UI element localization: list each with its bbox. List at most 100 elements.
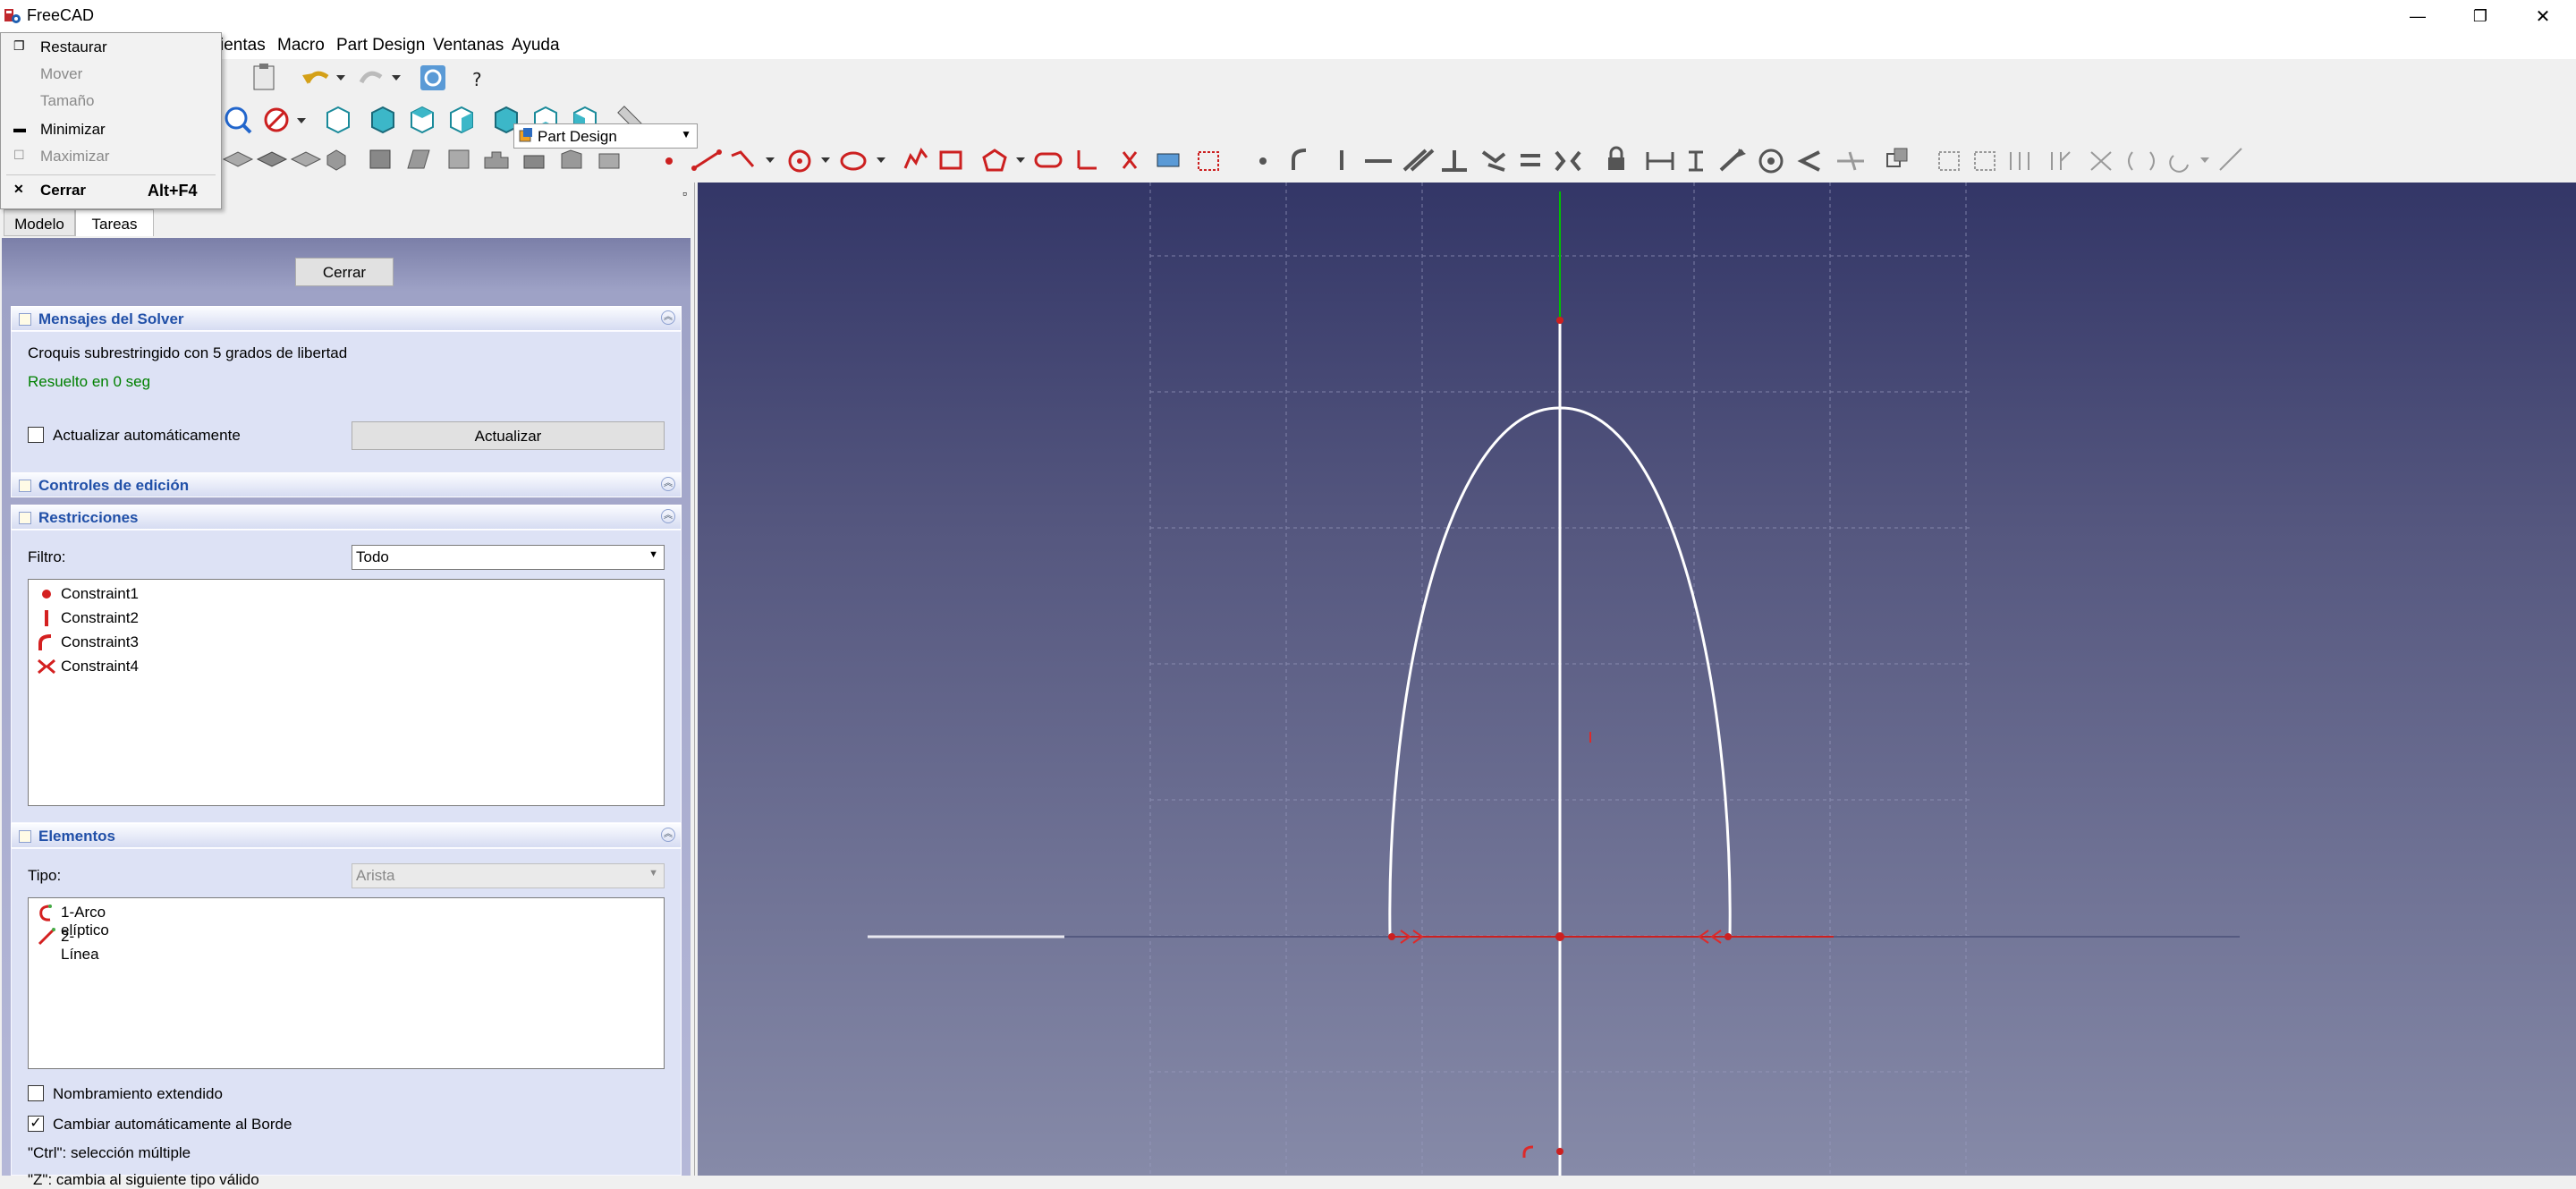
menu-windows[interactable]: Ventanas <box>433 36 504 55</box>
line-icon <box>38 928 55 946</box>
menu-separator <box>6 174 216 175</box>
sketcher-geometry-icons <box>665 148 1219 173</box>
elliptical-arc-icon <box>39 904 52 921</box>
panel-section-icon <box>19 830 31 843</box>
tangent-constraint-icon[interactable] <box>1522 1145 1534 1158</box>
draw-style-icon[interactable] <box>264 107 289 132</box>
solver-status: Resuelto en 0 seg <box>28 373 151 390</box>
redo-icon[interactable] <box>359 71 383 84</box>
constraints-header[interactable]: Restricciones ︽ <box>11 505 682 530</box>
draw-style-dropdown-icon[interactable] <box>297 118 306 123</box>
sketch-point[interactable] <box>1556 317 1563 324</box>
minimize-icon: ▬ <box>13 121 26 135</box>
menu-help[interactable]: Ayuda <box>512 36 560 55</box>
view-right-icon[interactable] <box>450 106 473 134</box>
task-view: Cerrar Mensajes del Solver ︽ Croquis sub… <box>2 238 691 1188</box>
view-isometric-icon[interactable] <box>326 106 350 134</box>
window-title: FreeCAD <box>27 6 95 24</box>
float-panel-icon[interactable]: ▫ <box>682 186 687 200</box>
undo-dropdown-icon[interactable] <box>336 75 345 81</box>
sketch-point[interactable] <box>1555 932 1564 941</box>
restore-button[interactable]: ❐ <box>2449 0 2512 32</box>
collapse-icon[interactable]: ︽ <box>661 310 675 325</box>
type-label: Tipo: <box>28 867 62 884</box>
extended-naming-checkbox[interactable] <box>28 1085 44 1101</box>
constraints-title: Restricciones <box>38 509 139 526</box>
menu-item-move[interactable]: Mover <box>1 62 221 87</box>
restore-icon: ❐ <box>13 38 25 53</box>
type-select[interactable]: Arista ▼ <box>352 863 665 888</box>
menu-tools[interactable]: ientas <box>220 36 266 55</box>
view-top-icon[interactable] <box>411 106 434 134</box>
collapse-icon[interactable]: ︽ <box>661 477 675 491</box>
system-menu: ❐ Restaurar Mover Tamaño ▬ Minimizar ☐ M… <box>0 32 222 209</box>
sketch-point[interactable] <box>1556 1148 1563 1155</box>
extended-naming-label: Nombramiento extendido <box>53 1085 223 1102</box>
menu-item-size[interactable]: Tamaño <box>1 89 221 114</box>
close-task-button[interactable]: Cerrar <box>295 258 394 286</box>
chevron-down-icon: ▼ <box>648 868 658 879</box>
paste-icon[interactable] <box>253 64 275 90</box>
menu-bar: ientas Macro Part Design Ventanas Ayuda <box>0 32 2576 59</box>
auto-switch-checkbox[interactable]: ✓ <box>28 1116 44 1132</box>
filter-label: Filtro: <box>28 548 66 565</box>
menu-item-minimize[interactable]: ▬ Minimizar <box>1 117 221 142</box>
maximize-icon: ☐ <box>13 148 25 162</box>
edit-controls-title: Controles de edición <box>38 477 190 494</box>
undo-icon[interactable] <box>302 71 329 84</box>
freecad-logo-icon <box>4 9 21 23</box>
restore-icon: ❐ <box>2472 6 2488 25</box>
filter-select[interactable]: Todo ▼ <box>352 545 665 570</box>
whats-this-icon[interactable]: ? <box>472 69 482 90</box>
minimize-button[interactable]: — <box>2386 0 2449 32</box>
close-icon: ✕ <box>2535 6 2551 27</box>
menu-macro[interactable]: Macro <box>277 36 325 55</box>
constraints-list: Constraint1 Constraint2 Constraint3 Cons… <box>28 579 665 806</box>
collapse-icon[interactable]: ︽ <box>661 828 675 842</box>
refresh-icon[interactable] <box>420 65 445 90</box>
title-bar: FreeCAD — ❐ ✕ <box>0 0 2576 32</box>
fit-all-icon[interactable] <box>225 106 252 134</box>
hint-z: "Z": cambia al siguiente tipo válido <box>28 1171 259 1188</box>
auto-update-checkbox[interactable] <box>28 427 44 443</box>
sketcher-tool-icons <box>1938 148 2242 173</box>
view-front-icon[interactable] <box>371 106 394 134</box>
menu-item-restore[interactable]: ❐ Restaurar <box>1 35 221 60</box>
panel-section-icon <box>19 512 31 524</box>
solver-messages-title: Mensajes del Solver <box>38 310 184 327</box>
toolbar-icons: ? <box>222 64 2242 174</box>
sketch-canvas[interactable] <box>698 183 2576 1176</box>
elements-list: 1-Arco elíptico 2-Línea <box>28 897 665 1069</box>
chevron-down-icon: ▼ <box>681 128 691 140</box>
tab-tareas[interactable]: Tareas <box>75 209 154 236</box>
sketcher-constraint-icons <box>1259 146 1908 174</box>
toolbar-area: ? Part Design ▼ <box>0 59 2576 183</box>
panel-section-icon <box>19 313 31 326</box>
sketch-point[interactable] <box>1724 933 1732 940</box>
close-window-button[interactable]: ✕ <box>2512 0 2574 32</box>
minimize-icon: — <box>2410 6 2426 25</box>
redo-dropdown-icon[interactable] <box>392 75 401 81</box>
auto-switch-label: Cambiar automáticamente al Borde <box>53 1116 292 1133</box>
update-button[interactable]: Actualizar <box>352 421 665 450</box>
menu-part-design[interactable]: Part Design <box>336 36 425 55</box>
tab-modelo[interactable]: Modelo <box>4 209 75 236</box>
hint-ctrl: "Ctrl": selección múltiple <box>28 1144 191 1161</box>
3d-view[interactable] <box>698 183 2576 1176</box>
sketch-point[interactable] <box>1388 933 1395 940</box>
menu-item-maximize[interactable]: ☐ Maximizar <box>1 144 221 169</box>
close-shortcut: Alt+F4 <box>148 182 198 200</box>
part-design-icon <box>519 128 532 142</box>
constraints-box: Filtro: Todo ▼ Constraint1 Constraint2 C… <box>11 530 682 823</box>
auto-update-label: Actualizar automáticamente <box>53 427 241 444</box>
edit-controls-header[interactable]: Controles de edición ︽ <box>11 472 682 497</box>
collapse-icon[interactable]: ︽ <box>661 509 675 523</box>
type-value: Arista <box>356 867 395 884</box>
workbench-selector[interactable]: Part Design ▼ <box>513 123 698 149</box>
elements-header[interactable]: Elementos ︽ <box>11 823 682 848</box>
vertical-constraint-icon <box>45 610 48 626</box>
solver-messages-header[interactable]: Mensajes del Solver ︽ <box>11 306 682 331</box>
tangent-constraint-icon <box>38 634 52 650</box>
solver-messages-box: Croquis subrestringido con 5 grados de l… <box>11 331 682 474</box>
menu-item-close[interactable]: ✕ Cerrar Alt+F4 <box>1 178 221 203</box>
